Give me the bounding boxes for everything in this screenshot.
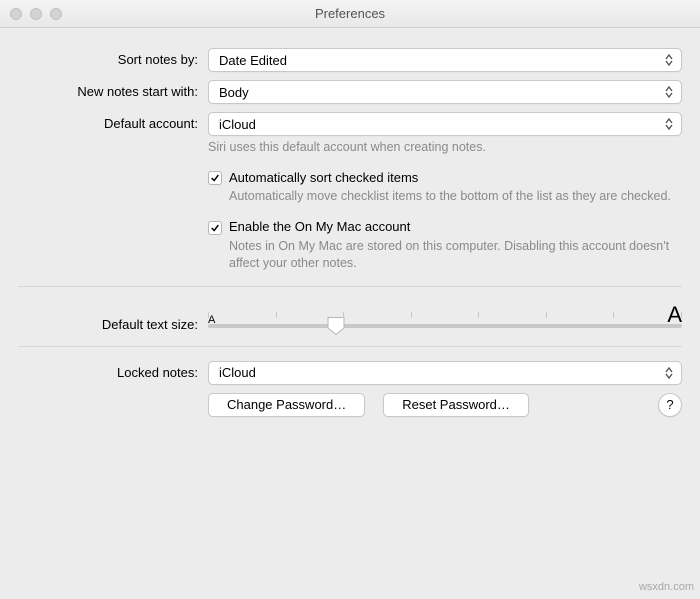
new-notes-select[interactable]: Body [208, 80, 682, 104]
default-account-label: Default account: [18, 112, 198, 131]
slider-track[interactable] [208, 324, 682, 328]
on-my-mac-label: Enable the On My Mac account [229, 219, 410, 234]
preferences-pane: Sort notes by: Date Edited New notes sta… [0, 28, 700, 417]
chevron-updown-icon [661, 51, 677, 69]
auto-sort-label: Automatically sort checked items [229, 170, 418, 185]
text-size-label: Default text size: [18, 301, 198, 332]
new-notes-select-value: Body [219, 85, 249, 100]
help-button[interactable]: ? [658, 393, 682, 417]
chevron-updown-icon [661, 83, 677, 101]
chevron-updown-icon [661, 115, 677, 133]
default-account-select-value: iCloud [219, 117, 256, 132]
sort-select-value: Date Edited [219, 53, 287, 68]
change-password-button[interactable]: Change Password… [208, 393, 365, 417]
divider [18, 346, 682, 347]
help-icon: ? [666, 397, 673, 412]
slider-ticks [208, 312, 682, 318]
auto-sort-hint: Automatically move checklist items to th… [229, 188, 682, 205]
locked-notes-select[interactable]: iCloud [208, 361, 682, 385]
slider-knob-icon[interactable] [327, 317, 344, 335]
window-title: Preferences [0, 6, 700, 21]
on-my-mac-hint: Notes in On My Mac are stored on this co… [229, 238, 682, 272]
default-account-hint: Siri uses this default account when crea… [208, 139, 682, 156]
reset-password-button[interactable]: Reset Password… [383, 393, 529, 417]
sort-select[interactable]: Date Edited [208, 48, 682, 72]
text-size-slider[interactable]: A A [208, 304, 682, 328]
sort-label: Sort notes by: [18, 48, 198, 67]
watermark: wsxdn.com [639, 581, 694, 593]
default-account-select[interactable]: iCloud [208, 112, 682, 136]
divider [18, 286, 682, 287]
new-notes-label: New notes start with: [18, 80, 198, 99]
locked-notes-label: Locked notes: [18, 361, 198, 380]
locked-notes-select-value: iCloud [219, 365, 256, 380]
auto-sort-checkbox[interactable] [208, 171, 222, 185]
on-my-mac-checkbox[interactable] [208, 221, 222, 235]
titlebar: Preferences [0, 0, 700, 28]
chevron-updown-icon [661, 364, 677, 382]
